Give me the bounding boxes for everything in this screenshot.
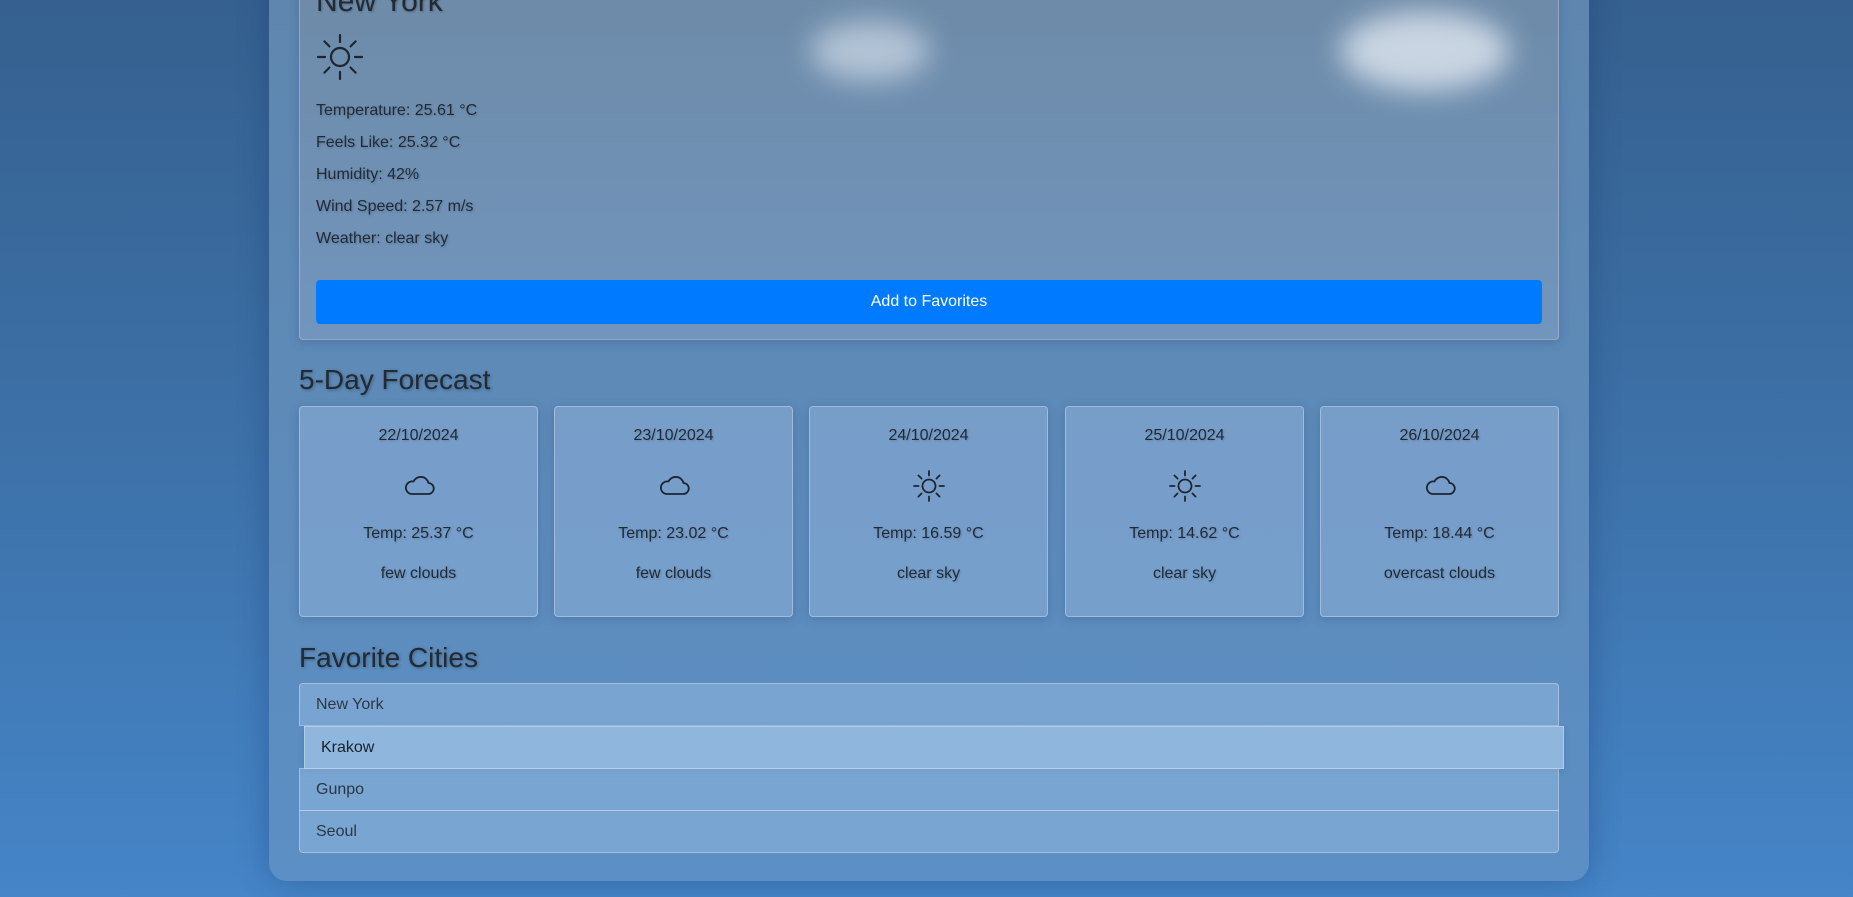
forecast-description: few clouds <box>635 565 712 582</box>
forecast-card: 26/10/2024 Temp: 18.44 °C overcast clouds <box>1320 406 1559 617</box>
favorite-city-item[interactable]: Krakow <box>304 726 1564 769</box>
forecast-temp: Temp: 14.62 °C <box>1129 525 1240 542</box>
feels-like-text: Feels Like: 25.32 °C <box>316 134 461 151</box>
forecast-card: 24/10/2024 Temp: 16.59 °C clear sky <box>809 406 1048 617</box>
forecast-date: 22/10/2024 <box>378 427 459 444</box>
forecast-temp: Temp: 23.02 °C <box>618 525 729 542</box>
forecast-temp: Temp: 16.59 °C <box>873 525 984 542</box>
humidity-text: Humidity: 42% <box>316 166 420 183</box>
forecast-description: few clouds <box>380 565 457 582</box>
cloud-icon <box>1425 476 1456 495</box>
city-name: New York <box>316 0 443 18</box>
forecast-card: 23/10/2024 Temp: 23.02 °C few clouds <box>554 406 793 617</box>
temperature-text: Temperature: 25.61 °C <box>316 102 478 119</box>
current-weather-card: New York Temperature: 25.61 °C Feels Lik… <box>299 0 1559 340</box>
forecast-date: 24/10/2024 <box>888 427 969 444</box>
forecast-temp: Temp: 25.37 °C <box>363 525 474 542</box>
forecast-date: 25/10/2024 <box>1144 427 1225 444</box>
favorite-city-item[interactable]: New York <box>299 683 1559 726</box>
cloud-decoration <box>810 21 930 81</box>
wind-speed-text: Wind Speed: 2.57 m/s <box>316 198 474 215</box>
forecast-title: 5-Day Forecast <box>299 364 491 395</box>
forecast-card: 22/10/2024 Temp: 25.37 °C few clouds <box>299 406 538 617</box>
forecast-temp: Temp: 18.44 °C <box>1384 525 1495 542</box>
favorite-city-item[interactable]: Seoul <box>299 810 1559 853</box>
weather-text: Weather: clear sky <box>316 230 449 247</box>
forecast-description: overcast clouds <box>1383 565 1496 582</box>
forecast-description: clear sky <box>896 565 961 582</box>
cloud-icon <box>404 476 435 495</box>
favorites-title: Favorite Cities <box>299 642 478 673</box>
forecast-date: 26/10/2024 <box>1399 427 1480 444</box>
sun-icon <box>1168 470 1201 502</box>
sun-icon <box>316 33 364 81</box>
forecast-card: 25/10/2024 Temp: 14.62 °C clear sky <box>1065 406 1304 617</box>
favorite-city-item[interactable]: Gunpo <box>299 768 1559 811</box>
forecast-date: 23/10/2024 <box>633 427 714 444</box>
add-to-favorites-button[interactable]: Add to Favorites <box>316 280 1542 324</box>
cloud-icon <box>659 476 690 495</box>
cloud-decoration <box>1340 11 1510 91</box>
forecast-description: clear sky <box>1152 565 1217 582</box>
sun-icon <box>912 470 945 502</box>
